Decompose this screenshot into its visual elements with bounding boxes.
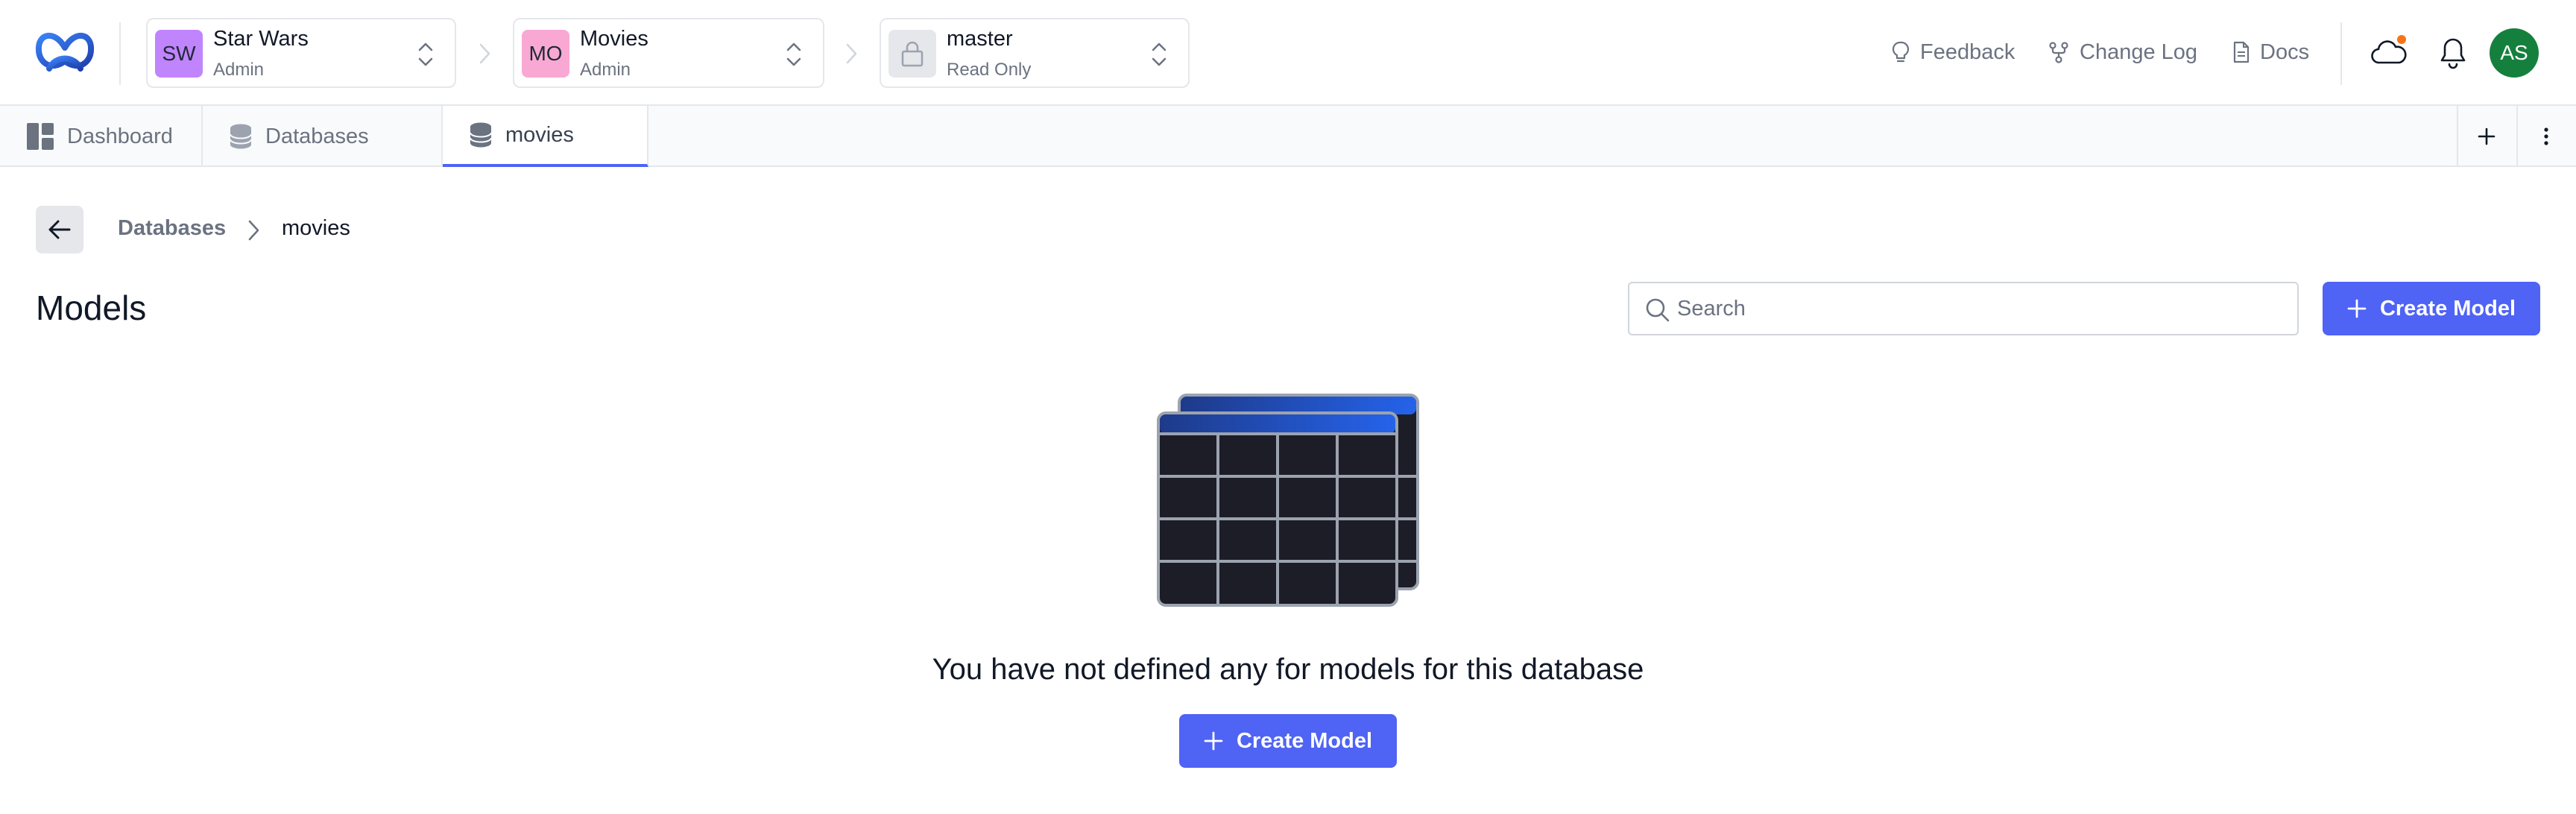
database-icon [230,124,252,149]
search-input[interactable] [1677,283,2288,334]
docs-label: Docs [2260,40,2310,64]
project-role: Admin [580,60,631,80]
plus-icon [2347,299,2367,318]
tab-dashboard[interactable]: Dashboard [0,106,203,167]
feedback-label: Feedback [1920,40,2015,64]
chevron-up-down-icon [418,42,433,66]
empty-create-model-button[interactable]: Create Model [1179,714,1397,768]
chevron-up-down-icon [1152,42,1167,66]
user-avatar[interactable]: AS [2490,28,2539,78]
git-fork-icon [2049,42,2068,63]
changelog-label: Change Log [2080,40,2198,64]
project-selector[interactable]: MO Movies Admin [513,18,824,88]
tab-label: Dashboard [67,124,173,148]
create-model-button[interactable]: Create Model [2323,282,2540,335]
lightbulb-icon [1892,41,1910,63]
branch-role: Read Only [947,60,1032,80]
chevron-right-icon [248,220,259,241]
header-divider [119,22,121,85]
branch-selector[interactable]: master Read Only [880,18,1190,88]
database-icon [470,122,492,148]
arrow-left-icon [48,220,71,239]
butterfly-logo-icon[interactable] [33,25,97,79]
bell-icon[interactable] [2433,33,2473,73]
create-model-label: Create Model [2379,296,2516,321]
chevron-right-icon [479,43,490,64]
tab-databases[interactable]: Databases [203,106,443,167]
breadcrumb-current: movies [282,216,350,240]
tab-bar: Dashboard Databases movies [0,106,2576,167]
cloud-icon[interactable] [2369,33,2409,73]
header-divider [2340,22,2342,85]
project-name: Movies [580,27,648,51]
chevron-up-down-icon [786,42,801,66]
top-bar: SW Star Wars Admin MO Movies Admin maste… [0,0,2576,106]
tab-menu-button[interactable] [2516,106,2575,167]
page-title: Models [36,288,147,327]
back-button[interactable] [36,206,83,253]
tab-label: Databases [265,124,369,148]
search-field[interactable] [1628,282,2299,335]
empty-state-message: You have not defined any for models for … [932,653,1644,686]
org-role: Admin [213,60,265,80]
branch-name: master [947,27,1013,51]
notification-dot [2397,35,2406,44]
tab-label: movies [505,122,574,147]
empty-create-model-label: Create Model [1236,728,1373,753]
org-name: Star Wars [213,27,309,51]
search-icon [1646,298,1670,322]
project-avatar: MO [522,30,569,78]
org-selector[interactable]: SW Star Wars Admin [146,18,456,88]
lock-icon [888,30,936,78]
feedback-link[interactable]: Feedback [1890,37,2015,67]
tab-movies[interactable]: movies [443,106,648,167]
more-vertical-icon [2544,127,2548,145]
org-avatar: SW [155,30,203,78]
chevron-right-icon [846,43,857,64]
docs-link[interactable]: Docs [2232,37,2309,67]
document-icon [2233,41,2250,63]
breadcrumb-databases-link[interactable]: Databases [118,216,226,241]
plus-icon [2478,127,2496,145]
changelog-link[interactable]: Change Log [2047,37,2197,67]
plus-icon [1204,731,1223,751]
table-stack-icon [1155,392,1421,608]
add-tab-button[interactable] [2457,106,2515,167]
dashboard-icon [27,123,54,150]
